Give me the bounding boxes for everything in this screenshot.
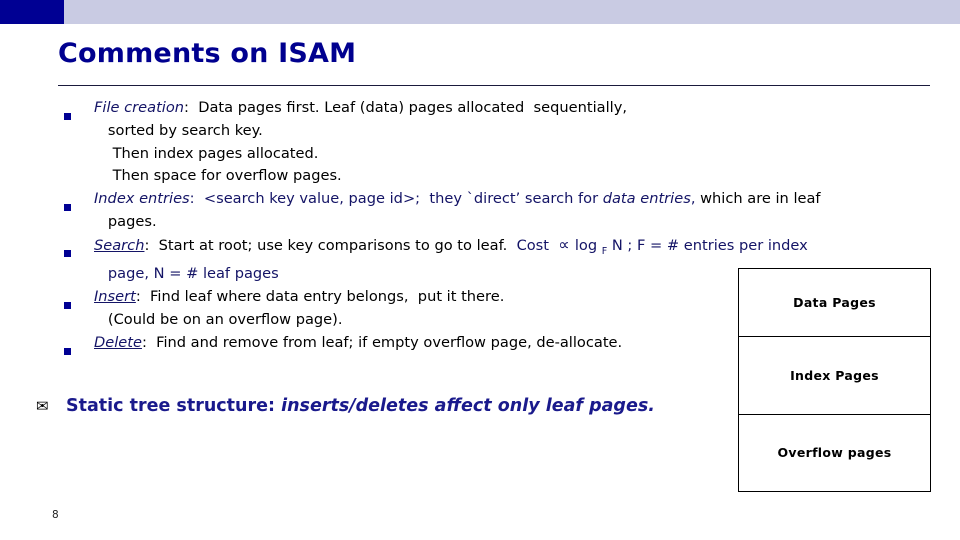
square-bullet-icon bbox=[64, 188, 94, 215]
static-structure-line: ✉ Static tree structure: inserts/deletes… bbox=[36, 396, 655, 416]
diagram-cell-index-pages: Index Pages bbox=[739, 337, 930, 415]
envelope-bullet-icon: ✉ bbox=[36, 397, 49, 415]
static-structure-text: Static tree structure: inserts/deletes a… bbox=[66, 396, 655, 416]
static-structure-emphasis: inserts/deletes affect only leaf pages. bbox=[281, 396, 655, 416]
diagram-cell-overflow-pages: Overflow pages bbox=[777, 444, 892, 460]
diagram-cell-data-pages: Data Pages bbox=[739, 269, 930, 337]
bullet-text: Index entries: <search key value, page i… bbox=[94, 190, 821, 230]
page-layout-diagram: Data Pages Index Pages Overflow pages bbox=[738, 268, 931, 492]
page-title: Comments on ISAM bbox=[58, 38, 357, 69]
bullet-text: File creation: Data pages first. Leaf (d… bbox=[94, 99, 627, 185]
square-bullet-icon bbox=[64, 332, 94, 359]
list-item: File creation: Data pages first. Leaf (d… bbox=[64, 97, 894, 188]
page-number: 8 bbox=[52, 509, 59, 521]
square-bullet-icon bbox=[64, 234, 94, 261]
top-decorative-band bbox=[0, 0, 960, 24]
top-band-accent-block bbox=[0, 0, 64, 24]
square-bullet-icon bbox=[64, 286, 94, 313]
list-item: Index entries: <search key value, page i… bbox=[64, 188, 894, 234]
title-divider bbox=[58, 85, 930, 86]
square-bullet-icon bbox=[64, 97, 94, 124]
static-structure-label: Static tree structure: bbox=[66, 396, 282, 416]
